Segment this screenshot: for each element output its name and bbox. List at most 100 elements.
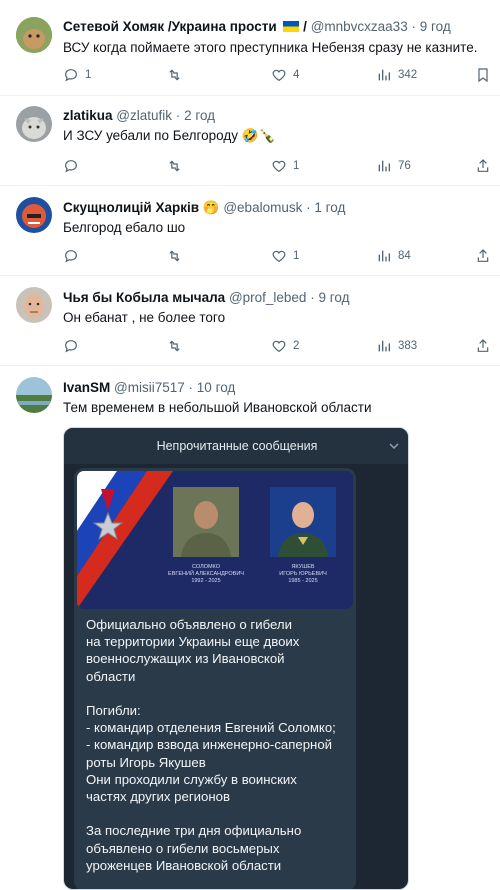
avatar[interactable] — [16, 287, 52, 323]
view-count: 383 — [398, 340, 418, 352]
tweet[interactable]: Сетевой Хомяк /Украина прости / @mnbvcxz… — [0, 0, 500, 96]
view-count: 84 — [398, 250, 411, 262]
tweet-text: И ЗСУ уебали по Белгороду 🤣🍾 — [63, 128, 276, 143]
reply-button[interactable] — [63, 246, 85, 266]
display-name[interactable]: IvanSM — [63, 380, 110, 395]
heart-icon — [272, 250, 286, 263]
retweet-button[interactable] — [166, 246, 189, 266]
bookmark-button[interactable] — [475, 65, 491, 85]
like-count: 4 — [293, 69, 300, 81]
timestamp[interactable]: 2 год — [184, 108, 215, 123]
retweet-button[interactable] — [166, 65, 189, 85]
views-button[interactable]: 84 — [376, 246, 411, 266]
tweet-header: zlatikua @zlatufik · 2 год — [63, 107, 215, 125]
tweet-text: ВСУ когда поймаете этого преступника Неб… — [63, 40, 478, 55]
like-button[interactable]: 1 — [271, 246, 299, 266]
view-count: 76 — [398, 160, 411, 172]
share-button[interactable] — [475, 156, 491, 176]
portrait-soldier-right — [270, 487, 336, 557]
cartoon-face-avatar-image — [16, 197, 52, 233]
views-button[interactable]: 342 — [376, 65, 417, 85]
tweet-media-image[interactable]: Непрочитанные сообщения СОЛОМКО ЕВГЕНИЙ … — [63, 427, 409, 890]
reply-icon — [65, 250, 77, 263]
tweet-header: Сетевой Хомяк /Украина прости / @mnbvcxz… — [63, 18, 451, 36]
tweet-actions: 1 76 — [63, 156, 493, 176]
timestamp[interactable]: 9 год — [420, 19, 451, 34]
views-chart-icon — [378, 340, 390, 352]
tweet-text: Белгород ебало шо — [63, 220, 186, 235]
user-handle[interactable]: @mnbvcxzaa33 — [311, 19, 408, 34]
separator-dot: · — [310, 290, 315, 305]
tweet-actions: 1 84 — [63, 246, 493, 266]
display-name-suffix: / — [303, 19, 307, 34]
timestamp[interactable]: 10 год — [197, 380, 235, 395]
memorial-banner: СОЛОМКО ЕВГЕНИЙ АЛЕКСАНДРОВИЧ 1992 - 202… — [77, 471, 353, 609]
timestamp[interactable]: 9 год — [318, 290, 349, 305]
retweet-icon — [169, 160, 180, 172]
like-count: 1 — [293, 160, 300, 172]
face-avatar-image — [16, 287, 52, 323]
avatar[interactable] — [16, 106, 52, 142]
display-name[interactable]: Скущнолицій Харків 🤭 — [63, 200, 220, 215]
reply-icon — [65, 69, 77, 82]
separator-dot: · — [175, 108, 181, 123]
share-icon — [477, 159, 489, 172]
tweet[interactable]: zlatikua @zlatufik · 2 год И ЗСУ уебали … — [0, 96, 500, 186]
retweet-button[interactable] — [166, 156, 189, 176]
cat-avatar-image — [16, 106, 52, 142]
left-portrait-caption: СОЛОМКО ЕВГЕНИЙ АЛЕКСАНДРОВИЧ 1992 - 202… — [168, 564, 244, 584]
share-icon — [477, 339, 489, 352]
chevron-down-icon — [389, 443, 399, 450]
retweet-icon — [169, 69, 180, 81]
reply-button[interactable] — [63, 336, 85, 356]
user-handle[interactable]: @zlatufik — [116, 108, 172, 123]
hamster-avatar-image — [16, 17, 52, 53]
avatar[interactable] — [16, 377, 52, 413]
like-count: 1 — [293, 250, 300, 262]
like-button[interactable]: 1 — [271, 156, 299, 176]
like-button[interactable]: 4 — [271, 65, 299, 85]
share-button[interactable] — [475, 336, 491, 356]
tweet-actions: 2 383 — [63, 336, 493, 356]
bookmark-icon — [478, 68, 488, 83]
landscape-avatar-image — [16, 377, 52, 413]
user-handle[interactable]: @misii7517 — [114, 380, 185, 395]
avatar[interactable] — [16, 17, 52, 53]
retweet-icon — [169, 250, 180, 262]
avatar[interactable] — [16, 197, 52, 233]
heart-icon — [272, 69, 286, 82]
tweet-text: Он ебанат , не более того — [63, 310, 226, 325]
right-portrait-caption: ЯКУШЕВ ИГОРЬ ЮРЬЕВИЧ 1985 - 2025 — [279, 564, 327, 584]
tweet[interactable]: Скущнолицій Харків 🤭 @ebalomusk · 1 год … — [0, 186, 500, 276]
timestamp[interactable]: 1 год — [314, 200, 345, 215]
views-button[interactable]: 383 — [376, 336, 417, 356]
separator-dot: · — [188, 380, 194, 395]
unread-messages-label: Непрочитанные сообщения — [156, 439, 318, 453]
reply-button[interactable]: 1 — [63, 65, 91, 85]
views-chart-icon — [378, 250, 390, 262]
tweet-actions: 1 4 342 — [63, 65, 493, 85]
retweet-button[interactable] — [166, 336, 189, 356]
display-name[interactable]: zlatikua — [63, 108, 113, 123]
share-icon — [477, 249, 489, 262]
ukraine-flag-icon — [283, 19, 300, 32]
display-name[interactable]: Сетевой Хомяк /Украина прости — [63, 19, 277, 34]
views-chart-icon — [378, 69, 390, 81]
separator-dot: · — [306, 200, 311, 215]
retweet-icon — [169, 340, 180, 352]
message-text: Официально объявлено о гибели на террито… — [86, 617, 336, 873]
heart-icon — [272, 160, 286, 173]
tweet[interactable]: Чья бы Кобыла мычала @prof_lebed · 9 год… — [0, 276, 500, 366]
share-button[interactable] — [475, 246, 491, 266]
tweet-header: Чья бы Кобыла мычала @prof_lebed · 9 год — [63, 289, 349, 307]
user-handle[interactable]: @ebalomusk — [223, 200, 302, 215]
reply-button[interactable] — [63, 156, 85, 176]
tweet-header: IvanSM @misii7517 · 10 год — [63, 379, 235, 397]
display-name[interactable]: Чья бы Кобыла мычала — [63, 290, 225, 305]
like-count: 2 — [293, 340, 300, 352]
separator-dot: · — [411, 19, 416, 34]
user-handle[interactable]: @prof_lebed — [229, 290, 307, 305]
like-button[interactable]: 2 — [271, 336, 299, 356]
views-button[interactable]: 76 — [376, 156, 411, 176]
reply-icon — [65, 160, 77, 173]
